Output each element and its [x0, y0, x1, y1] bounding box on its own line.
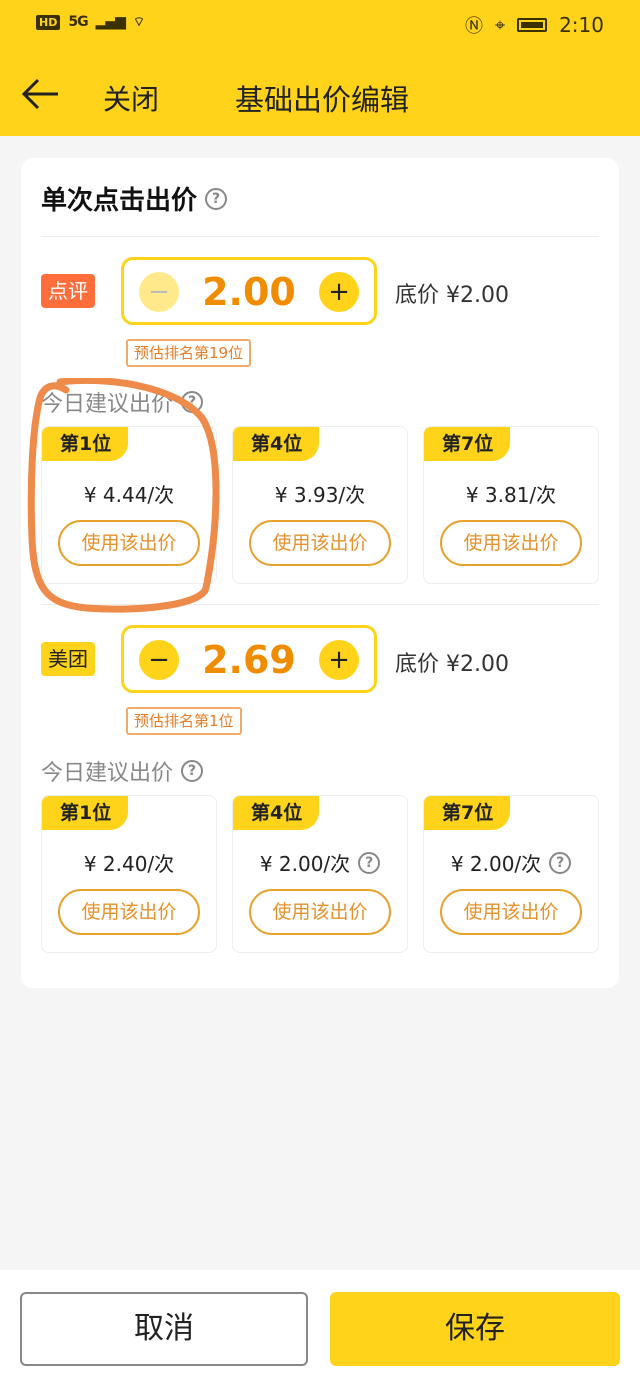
status-left: HD 5G ▂▄▆ ⌔ — [36, 14, 145, 30]
option-rank: 第4位 — [233, 796, 319, 830]
wifi-icon: ⌔ — [132, 15, 146, 30]
meituan-bid-stepper[interactable]: − 2.69 + — [121, 625, 377, 693]
dianping-bid-value[interactable]: 2.00 — [184, 270, 314, 314]
help-icon[interactable]: ? — [181, 760, 204, 782]
dianping-suggest-label: 今日建议出价 ? — [41, 386, 204, 418]
page-title: 基础出价编辑 — [235, 83, 410, 117]
battery-icon — [517, 18, 548, 32]
cancel-button[interactable]: 取消 — [20, 1292, 308, 1366]
option-price-text: ¥ 3.81/次 — [465, 483, 557, 507]
use-bid-button[interactable]: 使用该出价 — [440, 520, 582, 566]
meituan-option-card: 第4位 ¥ 2.00/次 ? 使用该出价 — [232, 795, 408, 953]
option-price-text: ¥ 3.93/次 — [274, 483, 366, 507]
use-bid-button[interactable]: 使用该出价 — [58, 889, 200, 935]
help-icon[interactable]: ? — [549, 851, 572, 874]
nfc-icon: Ⓝ — [464, 16, 483, 37]
option-rank: 第1位 — [42, 427, 128, 461]
use-bid-button[interactable]: 使用该出价 — [249, 520, 391, 566]
back-arrow-icon[interactable] — [20, 74, 60, 114]
section-title-text: 单次点击出价 — [41, 186, 198, 216]
meituan-bid-value[interactable]: 2.69 — [184, 638, 314, 682]
bottom-action-bar: 取消 保存 — [0, 1270, 640, 1387]
option-price-text: ¥ 2.00/次 — [450, 852, 542, 876]
use-bid-button[interactable]: 使用该出价 — [58, 520, 200, 566]
option-rank: 第1位 — [42, 796, 128, 830]
location-icon: ⌖ — [494, 14, 506, 36]
help-icon[interactable]: ? — [358, 851, 381, 874]
status-right: Ⓝ ⌖ 2:10 — [465, 12, 604, 38]
suggest-label-text: 今日建议出价 — [41, 392, 174, 417]
option-price: ¥ 4.44/次 — [42, 479, 216, 508]
dianping-bid-stepper[interactable]: − 2.00 + — [121, 257, 377, 325]
help-icon[interactable]: ? — [205, 187, 228, 210]
dianping-floor-price: 底价 ¥2.00 — [395, 283, 509, 308]
meituan-option-card: 第1位 ¥ 2.40/次 使用该出价 — [41, 795, 217, 953]
option-price: ¥ 3.93/次 — [233, 479, 407, 508]
option-rank: 第4位 — [233, 427, 319, 461]
dianping-option-card: 第4位 ¥ 3.93/次 使用该出价 — [232, 426, 408, 584]
minus-icon[interactable]: − — [139, 272, 179, 312]
option-price: ¥ 2.00/次 ? — [424, 848, 598, 877]
hd-indicator: HD — [36, 14, 61, 30]
option-price-text: ¥ 2.40/次 — [83, 852, 175, 876]
meituan-tag: 美团 — [41, 642, 95, 676]
option-price-text: ¥ 4.44/次 — [83, 483, 175, 507]
divider — [41, 236, 599, 237]
meituan-suggest-label: 今日建议出价 ? — [41, 755, 204, 787]
use-bid-button[interactable]: 使用该出价 — [249, 889, 391, 935]
plus-icon[interactable]: + — [319, 272, 359, 312]
signal-icon: ▂▄▆ — [95, 14, 126, 30]
option-rank: 第7位 — [424, 427, 510, 461]
dianping-rank-estimate: 预估排名第19位 — [126, 339, 252, 367]
meituan-floor-price: 底价 ¥2.00 — [395, 652, 509, 677]
section-title: 单次点击出价 ? — [41, 180, 228, 217]
status-bar: HD 5G ▂▄▆ ⌔ Ⓝ ⌖ 2:10 — [0, 0, 640, 50]
app-header: 关闭 基础出价编辑 — [0, 50, 640, 136]
option-rank: 第7位 — [424, 796, 510, 830]
plus-icon[interactable]: + — [319, 640, 359, 680]
close-button[interactable]: 关闭 — [103, 78, 159, 118]
meituan-option-card: 第7位 ¥ 2.00/次 ? 使用该出价 — [423, 795, 599, 953]
option-price: ¥ 3.81/次 — [424, 479, 598, 508]
network-indicator: 5G — [68, 14, 88, 30]
help-icon[interactable]: ? — [181, 391, 204, 413]
suggest-label-text: 今日建议出价 — [41, 761, 174, 786]
status-time: 2:10 — [559, 13, 604, 37]
save-button[interactable]: 保存 — [330, 1292, 620, 1366]
minus-icon[interactable]: − — [139, 640, 179, 680]
divider — [41, 604, 599, 605]
dianping-tag: 点评 — [41, 274, 95, 308]
option-price: ¥ 2.40/次 — [42, 848, 216, 877]
dianping-option-card: 第1位 ¥ 4.44/次 使用该出价 — [41, 426, 217, 584]
option-price: ¥ 2.00/次 ? — [233, 848, 407, 877]
use-bid-button[interactable]: 使用该出价 — [440, 889, 582, 935]
option-price-text: ¥ 2.00/次 — [259, 852, 351, 876]
meituan-rank-estimate: 预估排名第1位 — [126, 707, 242, 735]
dianping-option-card: 第7位 ¥ 3.81/次 使用该出价 — [423, 426, 599, 584]
bid-card: 单次点击出价 ? 点评 − 2.00 + 底价 ¥2.00 预估排名第19位 今… — [21, 158, 619, 988]
